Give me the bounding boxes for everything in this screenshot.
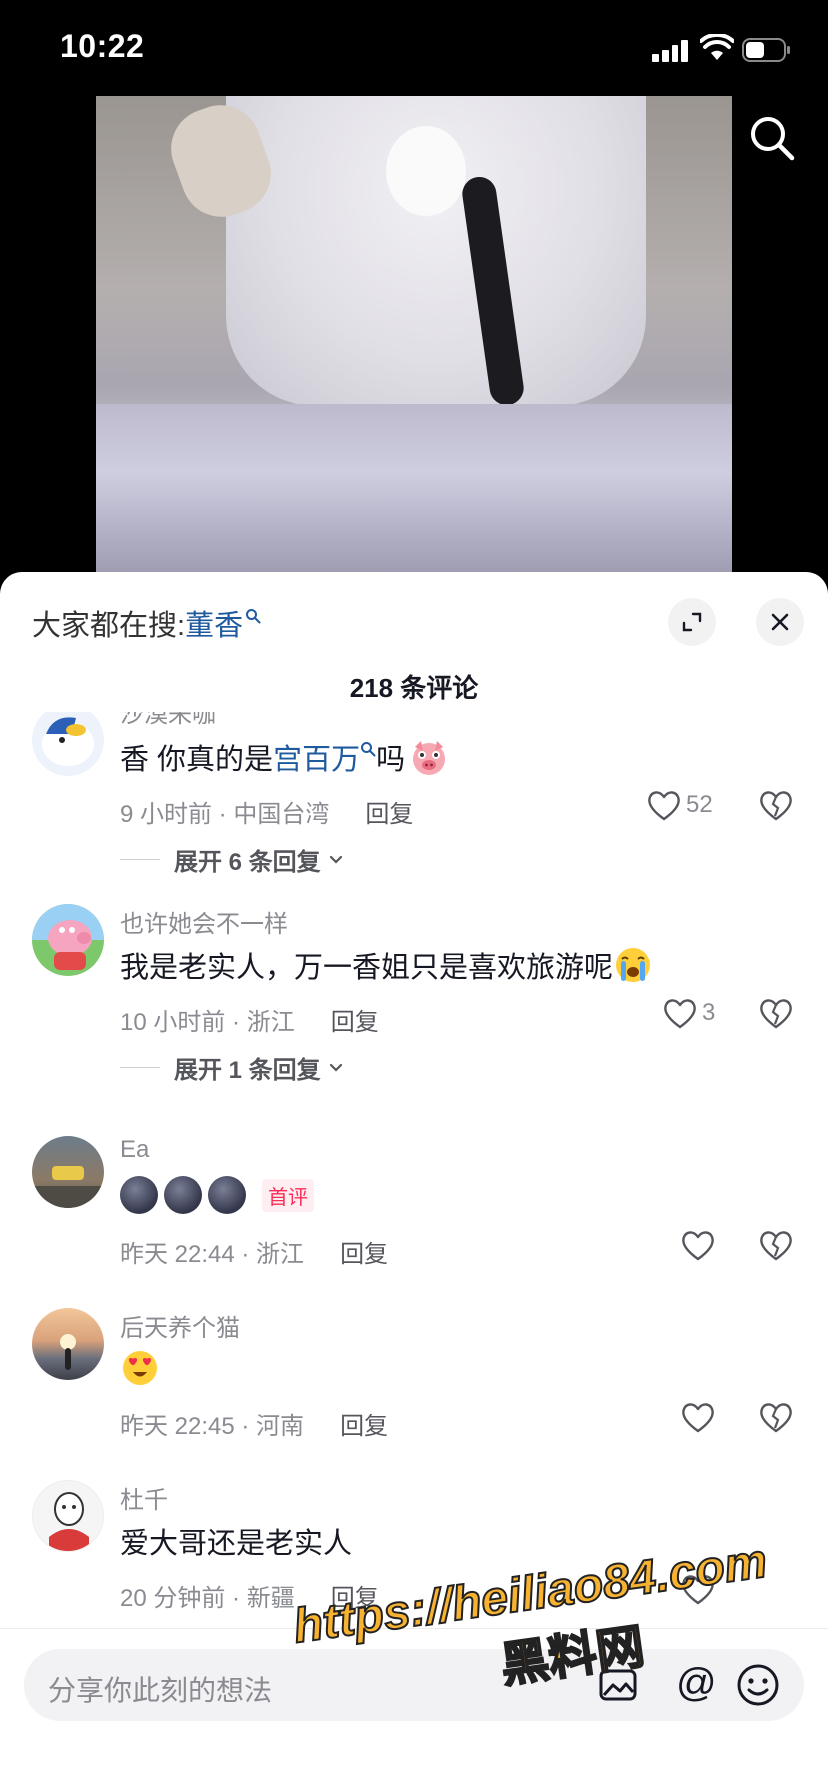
status-time: 10:22	[60, 28, 145, 64]
chevron-down-icon	[329, 1063, 342, 1072]
broken-heart-icon[interactable]	[758, 996, 794, 1030]
pig-face-emoji-icon	[413, 741, 446, 775]
heart-icon	[682, 1231, 714, 1261]
like-button[interactable]	[680, 1228, 716, 1262]
reply-button[interactable]: 回复	[331, 1002, 379, 1037]
divider	[120, 859, 160, 860]
broken-heart-icon[interactable]	[758, 1228, 794, 1262]
avatar[interactable]	[32, 1308, 104, 1380]
reply-button[interactable]: 回复	[340, 1234, 388, 1269]
like-count: 52	[686, 791, 713, 818]
dark-face-emoji-icon	[120, 1176, 158, 1214]
comment-text: 我是老实人，万一香姐只是喜欢旅游呢	[120, 944, 653, 986]
heart-icon	[682, 1575, 714, 1605]
status-bar: 10:22	[0, 0, 828, 96]
like-button[interactable]	[680, 1572, 716, 1606]
hot-search[interactable]: 大家都在搜: 董香	[32, 602, 261, 644]
close-button[interactable]	[756, 598, 804, 646]
image-icon[interactable]	[598, 1667, 638, 1703]
heart-icon	[648, 791, 680, 821]
comment-time-location: 昨天 22:44 · 浙江	[120, 1241, 305, 1268]
comment-meta: 20 分钟前 · 新疆 回复	[120, 1578, 379, 1613]
comment-sheet-header: 大家都在搜: 董香 218 条评论	[0, 572, 828, 703]
heart-icon	[682, 1403, 714, 1433]
battery-icon	[742, 38, 790, 62]
reply-button[interactable]: 回复	[331, 1578, 379, 1613]
dark-face-emoji-icon	[208, 1176, 246, 1214]
comment-text	[120, 1348, 160, 1388]
hot-search-prefix: 大家都在搜:	[32, 610, 186, 642]
first-comment-badge: 首评	[262, 1178, 314, 1212]
comment-sheet: 大家都在搜: 董香 218 条评论 沙漠来咖 香 你真的是 宫百万 吗 9 小时…	[0, 572, 828, 1792]
comment-text: 首评	[120, 1176, 314, 1214]
chevron-down-icon	[329, 855, 342, 864]
comment-input[interactable]: 分享你此刻的想法 @	[24, 1649, 804, 1721]
heart-icon	[664, 999, 696, 1029]
avatar[interactable]	[32, 904, 104, 976]
comment-username[interactable]: 也许她会不一样	[120, 904, 288, 939]
expand-replies-label: 展开 6 条回复	[174, 849, 321, 876]
expand-button[interactable]	[668, 598, 716, 646]
dark-face-emoji-icon	[164, 1176, 202, 1214]
video-player[interactable]	[0, 96, 828, 576]
heart-eyes-emoji-icon	[123, 1351, 157, 1385]
like-button[interactable]: 3	[662, 996, 715, 1030]
broken-heart-icon[interactable]	[758, 788, 794, 822]
expand-icon	[682, 612, 702, 632]
video-frame	[96, 96, 732, 576]
comment-time-location: 10 小时前 · 浙江	[120, 1009, 295, 1036]
divider	[120, 1067, 160, 1068]
comment-time-location: 昨天 22:45 · 河南	[120, 1413, 305, 1440]
comment-text-part: 吗	[376, 744, 406, 776]
cellular-signal-icon	[652, 40, 688, 62]
comment-username[interactable]: Ea	[120, 1136, 149, 1164]
crying-face-emoji-icon	[616, 948, 651, 982]
comment-time-location: 9 小时前 · 中国台湾	[120, 801, 330, 828]
broken-heart-icon[interactable]	[758, 1400, 794, 1434]
comment-input-placeholder: 分享你此刻的想法	[48, 1675, 273, 1706]
like-button[interactable]: 52	[646, 788, 713, 822]
expand-replies-label: 展开 1 条回复	[174, 1057, 321, 1084]
comment-input-bar: 分享你此刻的想法 @	[0, 1628, 828, 1792]
avatar[interactable]	[32, 1480, 104, 1552]
comment-username[interactable]: 沙漠来咖	[120, 712, 216, 729]
search-small-icon	[246, 609, 261, 624]
comment-text-part: 我是老实人，万一香姐只是喜欢旅游呢	[120, 952, 614, 984]
comment-text-part: 爱大哥还是老实人	[120, 1528, 353, 1560]
comment-text-part: 香 你真的是	[120, 744, 274, 776]
comment-text: 爱大哥还是老实人	[120, 1520, 352, 1562]
search-icon[interactable]	[748, 114, 796, 162]
close-icon	[771, 613, 789, 631]
avatar[interactable]	[32, 712, 104, 776]
comment-meta: 10 小时前 · 浙江 回复	[120, 1002, 379, 1037]
video-desk	[96, 404, 732, 576]
comment-link[interactable]: 宫百万	[273, 736, 360, 778]
comment-username[interactable]: 杜千	[120, 1480, 168, 1515]
search-small-icon	[361, 742, 376, 757]
emoji-icon[interactable]	[736, 1663, 780, 1707]
comment-meta: 9 小时前 · 中国台湾 回复	[120, 794, 413, 829]
like-button[interactable]	[680, 1400, 716, 1434]
video-bear-print	[386, 126, 466, 216]
comment-count: 218 条评论	[349, 673, 479, 703]
reply-button[interactable]: 回复	[340, 1406, 388, 1441]
wifi-icon	[700, 34, 734, 60]
expand-replies-button[interactable]: 展开 1 条回复	[120, 1050, 345, 1085]
comment-meta: 昨天 22:45 · 河南 回复	[120, 1406, 388, 1441]
avatar[interactable]	[32, 1136, 104, 1208]
reply-button[interactable]: 回复	[365, 794, 413, 829]
expand-replies-button[interactable]: 展开 6 条回复	[120, 842, 345, 877]
mention-button[interactable]: @	[676, 1661, 717, 1706]
hot-search-keyword[interactable]: 董香	[185, 602, 243, 644]
comment-time-location: 20 分钟前 · 新疆	[120, 1585, 295, 1612]
comment-username[interactable]: 后天养个猫	[120, 1308, 240, 1343]
comment-text: 香 你真的是 宫百万 吗	[120, 736, 449, 778]
comment-list[interactable]: 沙漠来咖 香 你真的是 宫百万 吗 9 小时前 · 中国台湾 回复 52 展开 …	[0, 712, 828, 1632]
like-count: 3	[702, 999, 716, 1026]
comment-meta: 昨天 22:44 · 浙江 回复	[120, 1234, 388, 1269]
